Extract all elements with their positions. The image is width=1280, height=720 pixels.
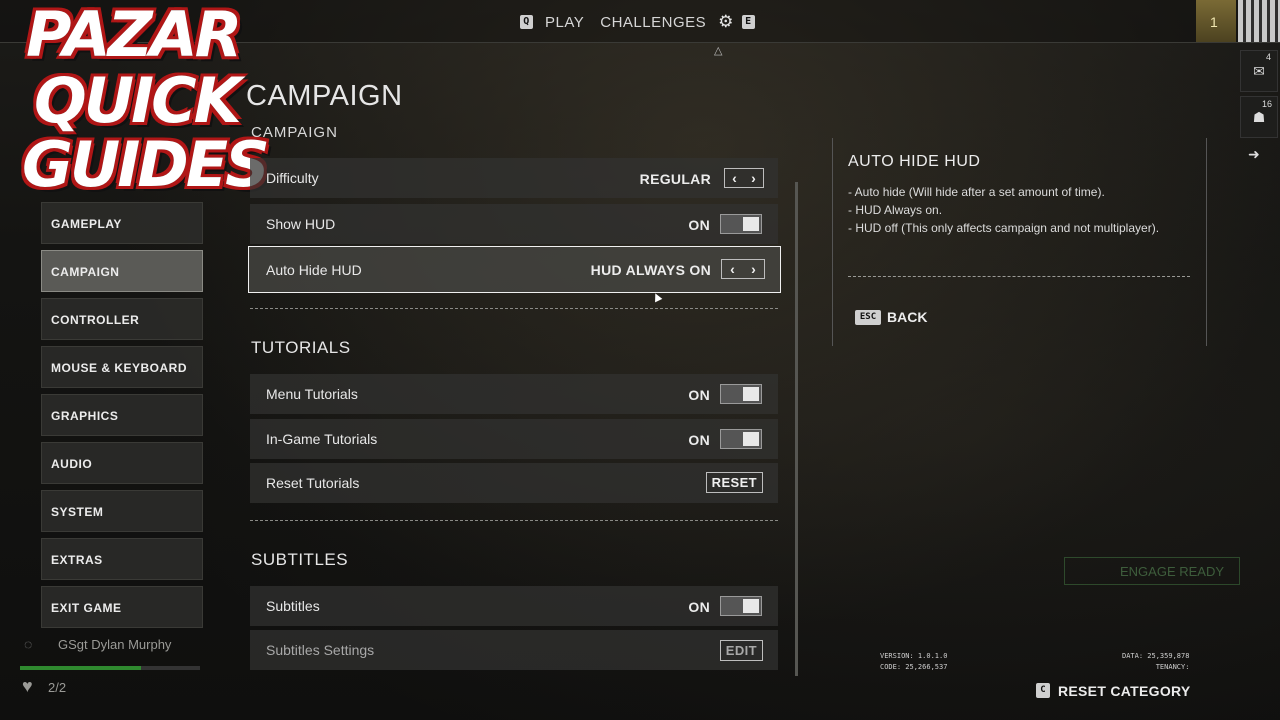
mouse-cursor-icon <box>651 291 663 303</box>
code-text: CODE: 25,266,537 <box>880 663 948 671</box>
mail-button[interactable]: ✉ <box>1240 50 1278 92</box>
info-divider <box>848 276 1190 277</box>
nav-left-key[interactable]: Q <box>520 15 533 29</box>
toggle-switch[interactable] <box>720 429 762 449</box>
category-gameplay[interactable]: GAMEPLAY <box>41 202 203 244</box>
version-info: VERSION: 1.0.1.0 CODE: 25,266,537 <box>880 651 947 673</box>
setting-row-subtitles[interactable]: Subtitles ON <box>250 586 778 626</box>
info-title: AUTO HIDE HUD <box>848 153 981 170</box>
reset-button[interactable]: RESET <box>705 472 763 493</box>
main-nav: Q PLAY CHALLENGES ⚙ E <box>520 12 755 32</box>
section-heading-campaign: CAMPAIGN <box>251 124 338 141</box>
setting-value: ON <box>688 432 710 448</box>
data-info: DATA: 25,359,878 TENANCY: <box>1122 651 1189 673</box>
setting-row-reset-tutorials[interactable]: Reset Tutorials RESET <box>250 463 778 503</box>
setting-label: Subtitles Settings <box>266 642 375 658</box>
setting-label: Subtitles <box>266 598 320 614</box>
squad-count: 16 <box>1262 99 1273 109</box>
section-heading-subtitles: SUBTITLES <box>251 550 349 569</box>
toggle-knob <box>743 432 759 446</box>
info-line: - HUD Always on. <box>848 203 943 217</box>
engage-ready-indicator: ENGAGE READY <box>1064 557 1240 585</box>
nav-right-key[interactable]: E <box>741 15 755 29</box>
setting-value: ON <box>688 217 710 233</box>
logo-line-1: PAZAR <box>26 0 242 71</box>
toggle-switch[interactable] <box>720 596 762 616</box>
setting-label: Reset Tutorials <box>266 475 360 491</box>
version-text: VERSION: 1.0.1.0 <box>880 652 948 660</box>
category-graphics[interactable]: GRAPHICS <box>41 394 203 436</box>
exit-arrow-icon[interactable]: ➜ <box>1248 146 1260 163</box>
esc-key[interactable]: ESC <box>855 310 881 325</box>
category-campaign[interactable]: CAMPAIGN <box>41 250 203 292</box>
toggle-switch[interactable] <box>720 214 762 234</box>
setting-value: ON <box>688 599 710 615</box>
value-selector[interactable]: ‹ › <box>721 259 765 279</box>
edit-button[interactable]: EDIT <box>719 640 763 661</box>
toggle-knob <box>743 387 759 401</box>
setting-value: ON <box>688 387 710 403</box>
category-controller[interactable]: CONTROLLER <box>41 298 203 340</box>
category-audio[interactable]: AUDIO <box>41 442 203 484</box>
logo-line-2: QUICK <box>34 64 242 137</box>
setting-label: Auto Hide HUD <box>266 262 362 278</box>
setting-row-show-hud[interactable]: Show HUD ON <box>250 204 778 244</box>
setting-label: Menu Tutorials <box>266 386 358 402</box>
chevron-left-icon[interactable]: ‹ <box>732 170 737 186</box>
gear-icon[interactable]: ⚙ <box>718 12 734 32</box>
qr-code-icon[interactable] <box>1238 0 1280 42</box>
player-status-icon: ◌ <box>24 636 33 652</box>
setting-row-subtitles-settings[interactable]: Subtitles Settings EDIT <box>250 630 778 670</box>
value-selector[interactable]: ‹ › <box>724 168 764 188</box>
nav-indicator-icon: △ <box>714 45 723 57</box>
section-divider <box>250 520 778 521</box>
section-divider <box>250 308 778 309</box>
setting-row-auto-hide-hud[interactable]: Auto Hide HUD HUD ALWAYS ON ‹ › <box>248 246 781 293</box>
category-system[interactable]: SYSTEM <box>41 490 203 532</box>
chevron-right-icon[interactable]: › <box>751 170 756 186</box>
category-exit-game[interactable]: EXIT GAME <box>41 586 203 628</box>
category-mouse-keyboard[interactable]: MOUSE & KEYBOARD <box>41 346 203 388</box>
setting-label: Difficulty <box>266 170 319 186</box>
reset-category-button[interactable]: RESET CATEGORY <box>1058 683 1191 699</box>
toggle-knob <box>743 217 759 231</box>
info-description: - Auto hide (Will hide after a set amoun… <box>848 183 1193 237</box>
mail-icon: ✉ <box>1253 63 1265 79</box>
setting-value: HUD ALWAYS ON <box>590 262 711 278</box>
setting-row-ingame-tutorials[interactable]: In-Game Tutorials ON <box>250 419 778 459</box>
setting-row-menu-tutorials[interactable]: Menu Tutorials ON <box>250 374 778 414</box>
section-heading-tutorials: TUTORIALS <box>251 338 351 357</box>
heart-icon: ♥ <box>22 676 33 696</box>
chevron-right-icon[interactable]: › <box>751 261 756 277</box>
xp-progress-fill <box>20 666 141 670</box>
chevron-left-icon[interactable]: ‹ <box>730 261 735 277</box>
lives-count: 2/2 <box>48 680 67 695</box>
data-text: DATA: 25,359,878 <box>1122 652 1190 660</box>
reset-category-key[interactable]: C <box>1036 683 1050 698</box>
mail-count: 4 <box>1266 52 1272 62</box>
nav-play[interactable]: PLAY <box>545 14 584 31</box>
nav-challenges[interactable]: CHALLENGES <box>600 14 706 31</box>
setting-value: REGULAR <box>639 171 711 187</box>
xp-progress-bar <box>20 666 200 670</box>
pazar-quick-guides-logo: PAZAR QUICK GUIDES <box>14 0 270 201</box>
back-button[interactable]: BACK <box>887 309 927 325</box>
page-title: CAMPAIGN <box>246 80 403 112</box>
toggle-knob <box>743 599 759 613</box>
rank-level: 1 <box>1210 14 1218 30</box>
scrollbar[interactable] <box>795 182 798 676</box>
toggle-switch[interactable] <box>720 384 762 404</box>
info-line: - Auto hide (Will hide after a set amoun… <box>848 185 1105 199</box>
squad-button[interactable]: ☗ <box>1240 96 1278 138</box>
setting-label: In-Game Tutorials <box>266 431 378 447</box>
category-extras[interactable]: EXTRAS <box>41 538 203 580</box>
setting-row-difficulty[interactable]: Difficulty REGULAR ‹ › <box>250 158 778 198</box>
tenancy-text: TENANCY: <box>1155 663 1190 671</box>
setting-label: Show HUD <box>266 216 336 232</box>
logo-line-3: GUIDES <box>22 128 270 201</box>
squad-icon: ☗ <box>1252 109 1266 125</box>
player-name: GSgt Dylan Murphy <box>58 637 172 652</box>
info-line: - HUD off (This only affects campaign an… <box>848 221 1160 235</box>
